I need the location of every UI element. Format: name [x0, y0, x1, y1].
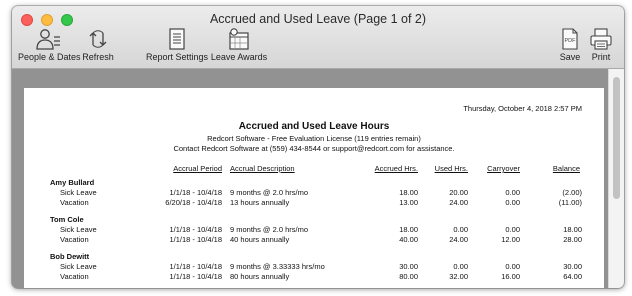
save-label: Save — [559, 52, 581, 62]
refresh-icon — [89, 30, 107, 48]
leave-type: Vacation — [60, 198, 89, 207]
balance-cell: 28.00 — [563, 235, 582, 244]
calendar-award-icon — [229, 28, 249, 50]
report-window: Accrued and Used Leave (Page 1 of 2) Peo… — [12, 6, 624, 288]
balance-cell: (11.00) — [558, 198, 582, 207]
carryover-cell: 16.00 — [501, 272, 520, 281]
people-icon — [36, 29, 60, 50]
accrued-hours-cell: 80.00 — [399, 272, 418, 281]
leave-awards-label: Leave Awards — [210, 52, 268, 62]
report-settings-icon — [169, 28, 185, 50]
accrued-hours-cell: 18.00 — [399, 188, 418, 197]
used-hours-cell: 24.00 — [449, 198, 468, 207]
used-hours-cell: 0.00 — [453, 225, 468, 234]
accrual-period-cell: 1/1/18 - 10/4/18 — [169, 225, 222, 234]
report-subtitle-license: Redcort Software - Free Evaluation Licen… — [207, 134, 421, 143]
employee-name: Amy Bullard — [50, 178, 95, 187]
printer-icon — [590, 28, 612, 50]
accrual-description-cell: 40 hours annually — [230, 235, 290, 244]
carryover-cell: 0.00 — [505, 225, 520, 234]
column-header-period: Accrual Period — [173, 164, 222, 173]
accrual-description-cell: 9 months @ 2.0 hrs/mo — [230, 225, 309, 234]
print-label: Print — [591, 52, 611, 62]
balance-cell: 64.00 — [563, 272, 582, 281]
accrual-description-cell: 80 hours annually — [230, 272, 290, 281]
accrual-period-cell: 1/1/18 - 10/4/18 — [169, 235, 222, 244]
employee-name: Bob Dewitt — [50, 252, 90, 261]
accrual-description-cell: 13 hours annually — [230, 198, 290, 207]
column-header-accrued: Accrued Hrs. — [374, 164, 418, 173]
toolbar: Accrued and Used Leave (Page 1 of 2) Peo… — [12, 6, 624, 69]
accrued-hours-cell: 30.00 — [399, 262, 418, 271]
report-page: Thursday, October 4, 2018 2:57 PM Accrue… — [24, 88, 604, 288]
column-header-used: Used Hrs. — [434, 164, 468, 173]
column-header-description: Accrual Description — [230, 164, 295, 173]
accrual-description-cell: 9 months @ 2.0 hrs/mo — [230, 188, 309, 197]
carryover-cell: 0.00 — [505, 198, 520, 207]
used-hours-cell: 0.00 — [453, 262, 468, 271]
balance-cell: 18.00 — [563, 225, 582, 234]
leave-type: Sick Leave — [60, 188, 97, 197]
employee-name: Tom Cole — [50, 215, 84, 224]
report-title: Accrued and Used Leave Hours — [238, 121, 390, 132]
report-datetime: Thursday, October 4, 2018 2:57 PM — [463, 104, 582, 113]
pdf-badge-text: PDF — [565, 38, 577, 44]
print-button[interactable]: Print — [587, 28, 615, 68]
leave-type: Vacation — [60, 272, 89, 281]
leave-type: Vacation — [60, 235, 89, 244]
report-settings-button[interactable]: Report Settings — [146, 28, 208, 68]
leave-awards-button[interactable]: Leave Awards — [210, 28, 268, 68]
accrual-description-cell: 9 months @ 3.33333 hrs/mo — [230, 262, 325, 271]
refresh-label: Refresh — [82, 52, 114, 62]
used-hours-cell: 32.00 — [449, 272, 468, 281]
accrued-hours-cell: 13.00 — [399, 198, 418, 207]
report-settings-label: Report Settings — [146, 52, 209, 62]
pdf-icon: PDF — [562, 28, 578, 50]
accrual-period-cell: 1/1/18 - 10/4/18 — [169, 262, 222, 271]
leave-type: Sick Leave — [60, 225, 97, 234]
report-subtitle-contact: Contact Redcort Software at (559) 434-85… — [173, 144, 455, 153]
carryover-cell: 0.00 — [505, 188, 520, 197]
scrollbar-thumb[interactable] — [613, 77, 620, 199]
people-dates-label: People & Dates — [18, 52, 81, 62]
accrued-hours-cell: 18.00 — [399, 225, 418, 234]
leave-type: Sick Leave — [60, 262, 97, 271]
carryover-cell: 12.00 — [501, 235, 520, 244]
balance-cell: 30.00 — [563, 262, 582, 271]
accrued-hours-cell: 40.00 — [399, 235, 418, 244]
accrual-period-cell: 6/20/18 - 10/4/18 — [165, 198, 222, 207]
report-preview-area[interactable]: Thursday, October 4, 2018 2:57 PM Accrue… — [12, 69, 608, 288]
vertical-scrollbar[interactable] — [608, 69, 624, 288]
save-pdf-button[interactable]: PDF Save — [556, 28, 584, 68]
used-hours-cell: 24.00 — [449, 235, 468, 244]
carryover-cell: 0.00 — [505, 262, 520, 271]
people-dates-button[interactable]: People & Dates — [18, 28, 81, 68]
window-title: Accrued and Used Leave (Page 1 of 2) — [209, 12, 427, 26]
balance-cell: (2.00) — [562, 188, 582, 197]
accrual-period-cell: 1/1/18 - 10/4/18 — [169, 272, 222, 281]
used-hours-cell: 20.00 — [449, 188, 468, 197]
refresh-button[interactable]: Refresh — [82, 28, 114, 68]
column-header-balance: Balance — [552, 164, 580, 173]
accrual-period-cell: 1/1/18 - 10/4/18 — [169, 188, 222, 197]
column-header-carryover: Carryover — [487, 164, 520, 173]
